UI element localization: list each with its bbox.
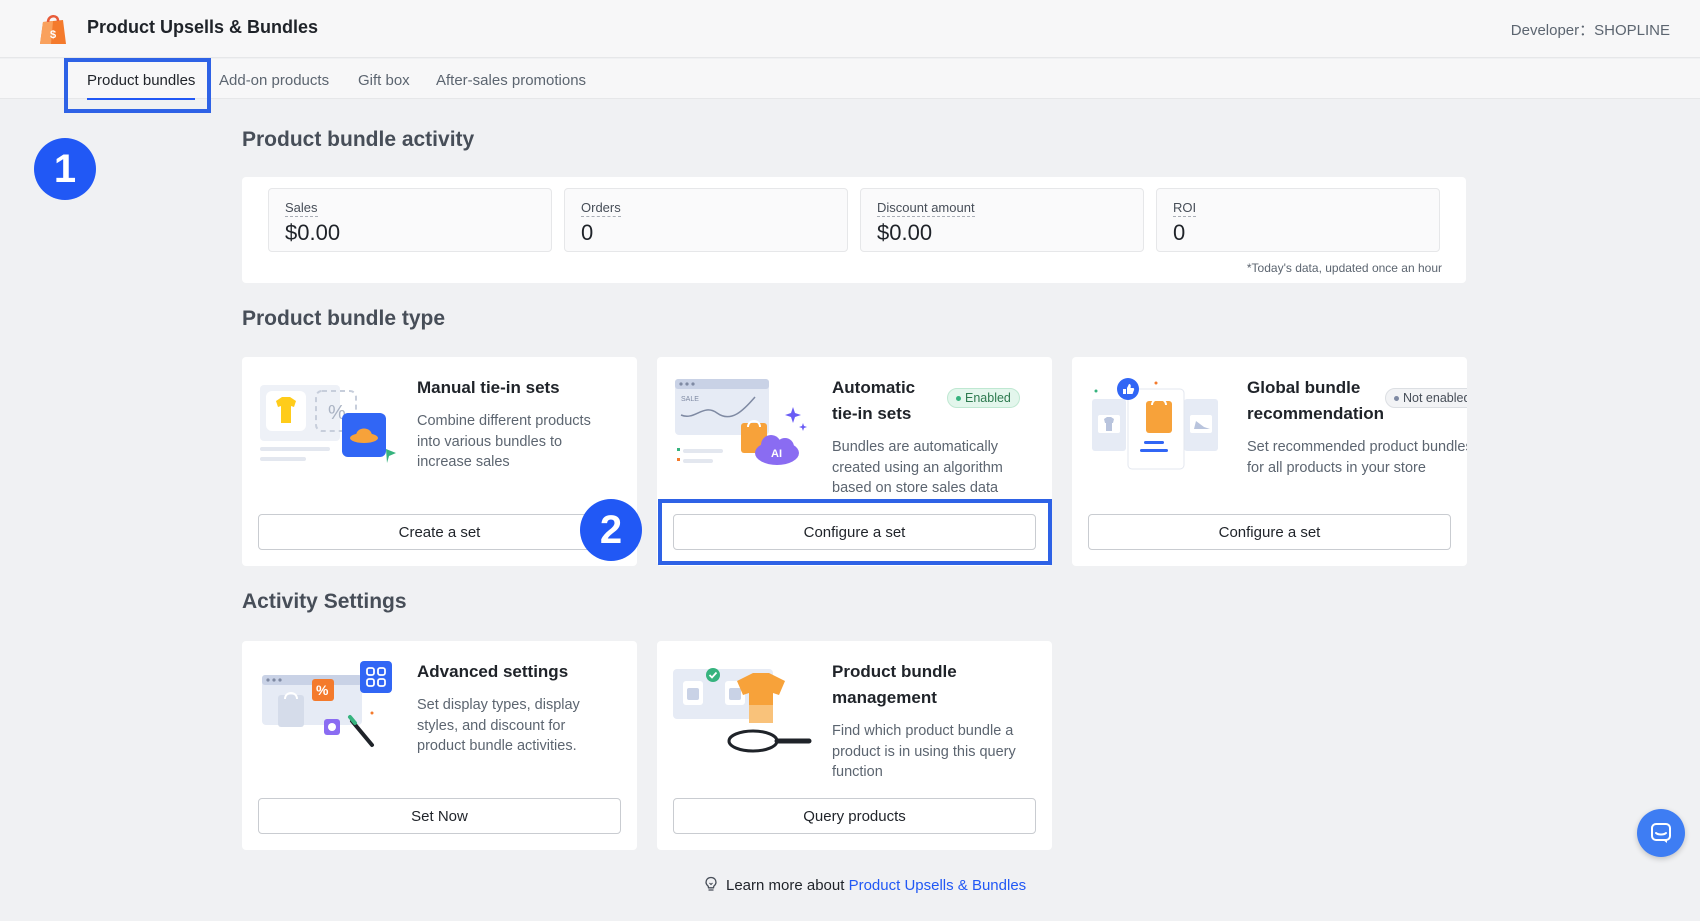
tab-bar: Product bundles Add-on products Gift box… [0,59,1700,99]
stat-value: $0.00 [877,220,933,245]
learn-more-link[interactable]: Product Upsells & Bundles [849,877,1027,894]
global-recommendation-illustration [1092,378,1218,470]
query-products-button[interactable]: Query products [673,798,1036,834]
stat-value: 0 [581,220,594,245]
card-title: Automatic tie-in sets [832,378,916,423]
card-description: Set display types, display styles, and d… [417,697,580,754]
tab-gift-box[interactable]: Gift box [358,72,410,89]
learn-more-prefix: Learn more about [726,877,849,894]
card-manual-tie-in-sets: % Manual tie-in sets Combine different p… [242,357,637,566]
card-description: Bundles are automatically created using … [832,439,1003,496]
status-dot [1394,395,1399,401]
enabled-status-badge: Enabled [947,388,1020,408]
card-description: Find which product bundle a product is i… [832,723,1016,780]
bundle-management-illustration [673,668,812,753]
card-advanced-settings: % Advanced settings Set display types, d… [242,641,637,850]
bulb-icon [705,876,717,891]
stat-card-orders: Orders 0 [564,188,848,252]
bundle-type-section-title: Product bundle type [242,307,446,330]
stat-label[interactable]: ROI [1173,200,1197,217]
shopline-bag-logo: $ [40,15,66,44]
tab-after-sales-promotions[interactable]: After-sales promotions [436,72,586,89]
svg-text:SALE: SALE [681,396,699,403]
stat-label[interactable]: Sales [285,200,318,217]
stat-card-sales: Sales $0.00 [268,188,552,252]
card-description-text: Set recommended product bundles for all … [1247,439,1467,476]
stat-label[interactable]: Discount amount [877,200,975,217]
manual-sets-illustration: % [260,385,396,463]
stats-panel: Sales $0.00 Orders 0 Discount amount $0.… [242,177,1466,283]
svg-text:$: $ [50,29,56,41]
chat-icon [1651,823,1671,843]
stat-card-discount-amount: Discount amount $0.00 [860,188,1144,252]
card-title: Advanced settings [417,662,569,681]
stats-note: *Today's data, updated once an hour [1246,261,1442,275]
app-header: $ Product Upsells & Bundles Developer：SH… [0,0,1700,58]
status-label: Enabled [965,391,1011,405]
stat-label[interactable]: Orders [581,200,621,217]
stat-value: $0.00 [285,220,341,245]
set-now-button[interactable]: Set Now [258,798,621,834]
tab-highlight-box [64,58,211,113]
step-badge-1: 1 [34,138,96,200]
status-dot [956,395,961,401]
card-product-bundle-management: Product bundle management Find which pro… [657,641,1052,850]
activity-settings-section-title: Activity Settings [242,590,407,613]
not-enabled-status-badge: Not enabled [1385,388,1467,408]
advanced-settings-illustration: % [262,661,392,747]
stat-value: 0 [1173,220,1186,245]
configure-global-set-button[interactable]: Configure a set [1088,514,1451,550]
activity-section-title: Product bundle activity [242,128,475,151]
tab-add-on-products[interactable]: Add-on products [219,72,329,89]
create-a-set-button[interactable]: Create a set [258,514,621,550]
configure-button-highlight-box [658,499,1052,565]
card-description: Set recommended product bundles for all … [1247,437,1467,478]
status-label: Not enabled [1403,391,1467,405]
svg-text:%: % [316,682,329,698]
app-title: Product Upsells & Bundles [87,17,319,37]
card-title: Product bundle management [832,662,957,707]
stat-card-roi: ROI 0 [1156,188,1440,252]
chat-button[interactable] [1637,809,1685,857]
automatic-sets-illustration: SALE AI [675,379,807,465]
svg-text:AI: AI [771,448,782,460]
step-badge-2: 2 [580,499,642,561]
developer-label: Developer：SHOPLINE [1510,22,1670,39]
card-title: Manual tie-in sets [417,378,560,397]
learn-more-row: Learn more about Product Upsells & Bundl… [0,876,1700,894]
card-description: Combine different products into various … [417,413,591,470]
card-global-bundle-recommendation: Global bundle recommendation Not enabled… [1072,357,1467,566]
